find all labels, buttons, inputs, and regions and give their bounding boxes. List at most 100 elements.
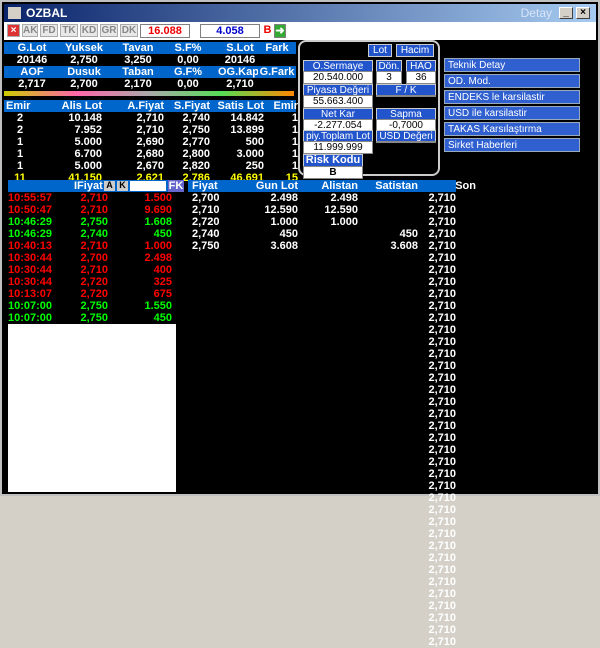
book-son-33: 2,710 (428, 588, 456, 600)
summary-v2-2: 2,170 (124, 78, 152, 90)
o-sermaye-value: 20.540.000 (303, 71, 373, 84)
minimize-button[interactable]: _ (559, 7, 573, 19)
trade-cell-5-1: 2,700 (80, 252, 108, 264)
trade-cell-0-0: 10:55:57 (8, 192, 53, 204)
depth-cell-3-3: 2,800 (182, 148, 210, 160)
book-cell-3-1: 450 (279, 228, 298, 240)
menu-item-2[interactable]: ENDEKS le karsilastir (444, 90, 580, 104)
book-cell-1-2: 12.590 (324, 204, 358, 216)
depth-cell-2-2: 2,690 (136, 136, 164, 148)
depth-cell-3-1: 6.700 (74, 148, 102, 160)
menu-item-0[interactable]: Teknik Detay (444, 58, 580, 72)
trade-cell-3-1: 2,740 (80, 228, 108, 240)
book-header-2: Alistan (321, 180, 358, 192)
depth-header-1: Alis Lot (61, 100, 102, 112)
tool-button-fd[interactable]: FD (40, 24, 58, 37)
depth-cell-4-4: 250 (245, 160, 264, 172)
book-header-0: Fiyat (192, 180, 218, 192)
book-son-13: 2,710 (428, 348, 456, 360)
depth-cell-3-2: 2,680 (136, 148, 164, 160)
depth-cell-2-1: 5.000 (74, 136, 102, 148)
trade-cell-2-2: 1.608 (144, 216, 172, 228)
book-son-24: 2,710 (428, 480, 456, 492)
book-cell-4-3: 3.608 (390, 240, 418, 252)
filter-a-button[interactable]: A (104, 181, 115, 191)
book-header-3: Satistan (375, 180, 418, 192)
trade-cell-2-1: 2,750 (80, 216, 108, 228)
summary-h2-3: G.F% (162, 66, 214, 78)
fk-button[interactable]: FK (168, 180, 184, 192)
lot-button[interactable]: Lot (368, 44, 392, 57)
book-cell-3-2 (302, 228, 358, 240)
risk-value: B (303, 166, 363, 179)
window-title: OZBAL (26, 6, 68, 20)
book-son-23: 2,710 (428, 468, 456, 480)
trade-cell-7-0: 10:30:44 (8, 276, 53, 288)
depth-header-2: A.Fiyat (127, 100, 164, 112)
piyasa-value: 55.663.400 (303, 95, 373, 108)
summary-v1-1: 2,750 (70, 54, 98, 66)
summary-v1-3: 0,00 (177, 54, 199, 66)
book-cell-4-0: 2,750 (192, 240, 220, 252)
book-son-1: 2,710 (428, 204, 456, 216)
book-son-7: 2,710 (428, 276, 456, 288)
depth-cell-1-1: 7.952 (74, 124, 102, 136)
depth-cell-1-5: 1 (291, 124, 298, 136)
book-cell-2-3 (362, 216, 418, 228)
trade-cell-1-0: 10:50:47 (8, 204, 53, 216)
depth-cell-0-4: 14.842 (230, 112, 264, 124)
summary-v1-0: 20146 (16, 54, 48, 66)
book-son-5: 2,710 (428, 252, 456, 264)
filter-k-button[interactable]: K (117, 181, 128, 191)
summary-v1-5 (258, 54, 296, 66)
book-son-21: 2,710 (428, 444, 456, 456)
menu-item-1[interactable]: OD. Mod. (444, 74, 580, 88)
close-button[interactable]: × (576, 7, 590, 19)
menu-item-5[interactable]: Sirket Haberleri (444, 138, 580, 152)
book-cell-1-0: 2,710 (192, 204, 220, 216)
trade-cell-5-0: 10:30:44 (8, 252, 53, 264)
tool-button-kd[interactable]: KD (80, 24, 98, 37)
depth-cell-3-4: 3.000 (236, 148, 264, 160)
arrow-right-icon[interactable]: ➜ (274, 24, 286, 38)
menu-item-4[interactable]: TAKAS Karsılaştırma (444, 122, 580, 136)
depth-cell-4-5: 1 (291, 160, 298, 172)
tool-button-gr[interactable]: GR (100, 24, 118, 37)
trade-cell-4-1: 2,710 (80, 240, 108, 252)
tool-button-ak[interactable]: AK (22, 24, 38, 37)
book-son-20: 2,710 (428, 432, 456, 444)
book-header-4: Son (455, 180, 476, 192)
menu-item-3[interactable]: USD ile karsilastir (444, 106, 580, 120)
tool-button-tk[interactable]: TK (60, 24, 78, 37)
filter-input[interactable] (130, 181, 166, 191)
depth-cell-2-5: 1 (291, 136, 298, 148)
book-son-31: 2,710 (428, 564, 456, 576)
hacim-button[interactable]: Hacim (396, 44, 434, 57)
tool-button-dk[interactable]: DK (120, 24, 138, 37)
summary-h1-2: Tavan (112, 42, 164, 54)
trade-cell-2-0: 10:46:29 (8, 216, 53, 228)
book-son-32: 2,710 (428, 576, 456, 588)
summary-h1-0: G.Lot (6, 42, 58, 54)
book-son-15: 2,710 (428, 372, 456, 384)
depth-cell-0-5: 1 (291, 112, 298, 124)
book-cell-4-2 (302, 240, 358, 252)
book-son-3: 2,710 (428, 228, 456, 240)
book-son-26: 2,710 (428, 504, 456, 516)
close-small-icon[interactable]: × (7, 24, 20, 37)
summary-h1-3: S.F% (162, 42, 214, 54)
summary-h2-2: Taban (112, 66, 164, 78)
hao-value: 36 (406, 71, 436, 84)
summary-h2-1: Dusuk (58, 66, 110, 78)
book-cell-2-2: 1.000 (330, 216, 358, 228)
title-bar: OZBAL Detay _ × (4, 4, 596, 22)
trades-header-bar: IFiyat A K FK (8, 180, 184, 192)
depth-cell-4-3: 2,820 (182, 160, 210, 172)
trade-cell-7-1: 2,720 (80, 276, 108, 288)
depth-cell-1-4: 13.899 (230, 124, 264, 136)
book-son-8: 2,710 (428, 288, 456, 300)
depth-header-4: Satis Lot (217, 100, 264, 112)
trades-panel: IFiyat A K FK 10:55:57 2,710 1.500 10:50:47… (8, 180, 184, 324)
trade-cell-10-2: 450 (153, 312, 172, 324)
usd-value (376, 141, 436, 143)
